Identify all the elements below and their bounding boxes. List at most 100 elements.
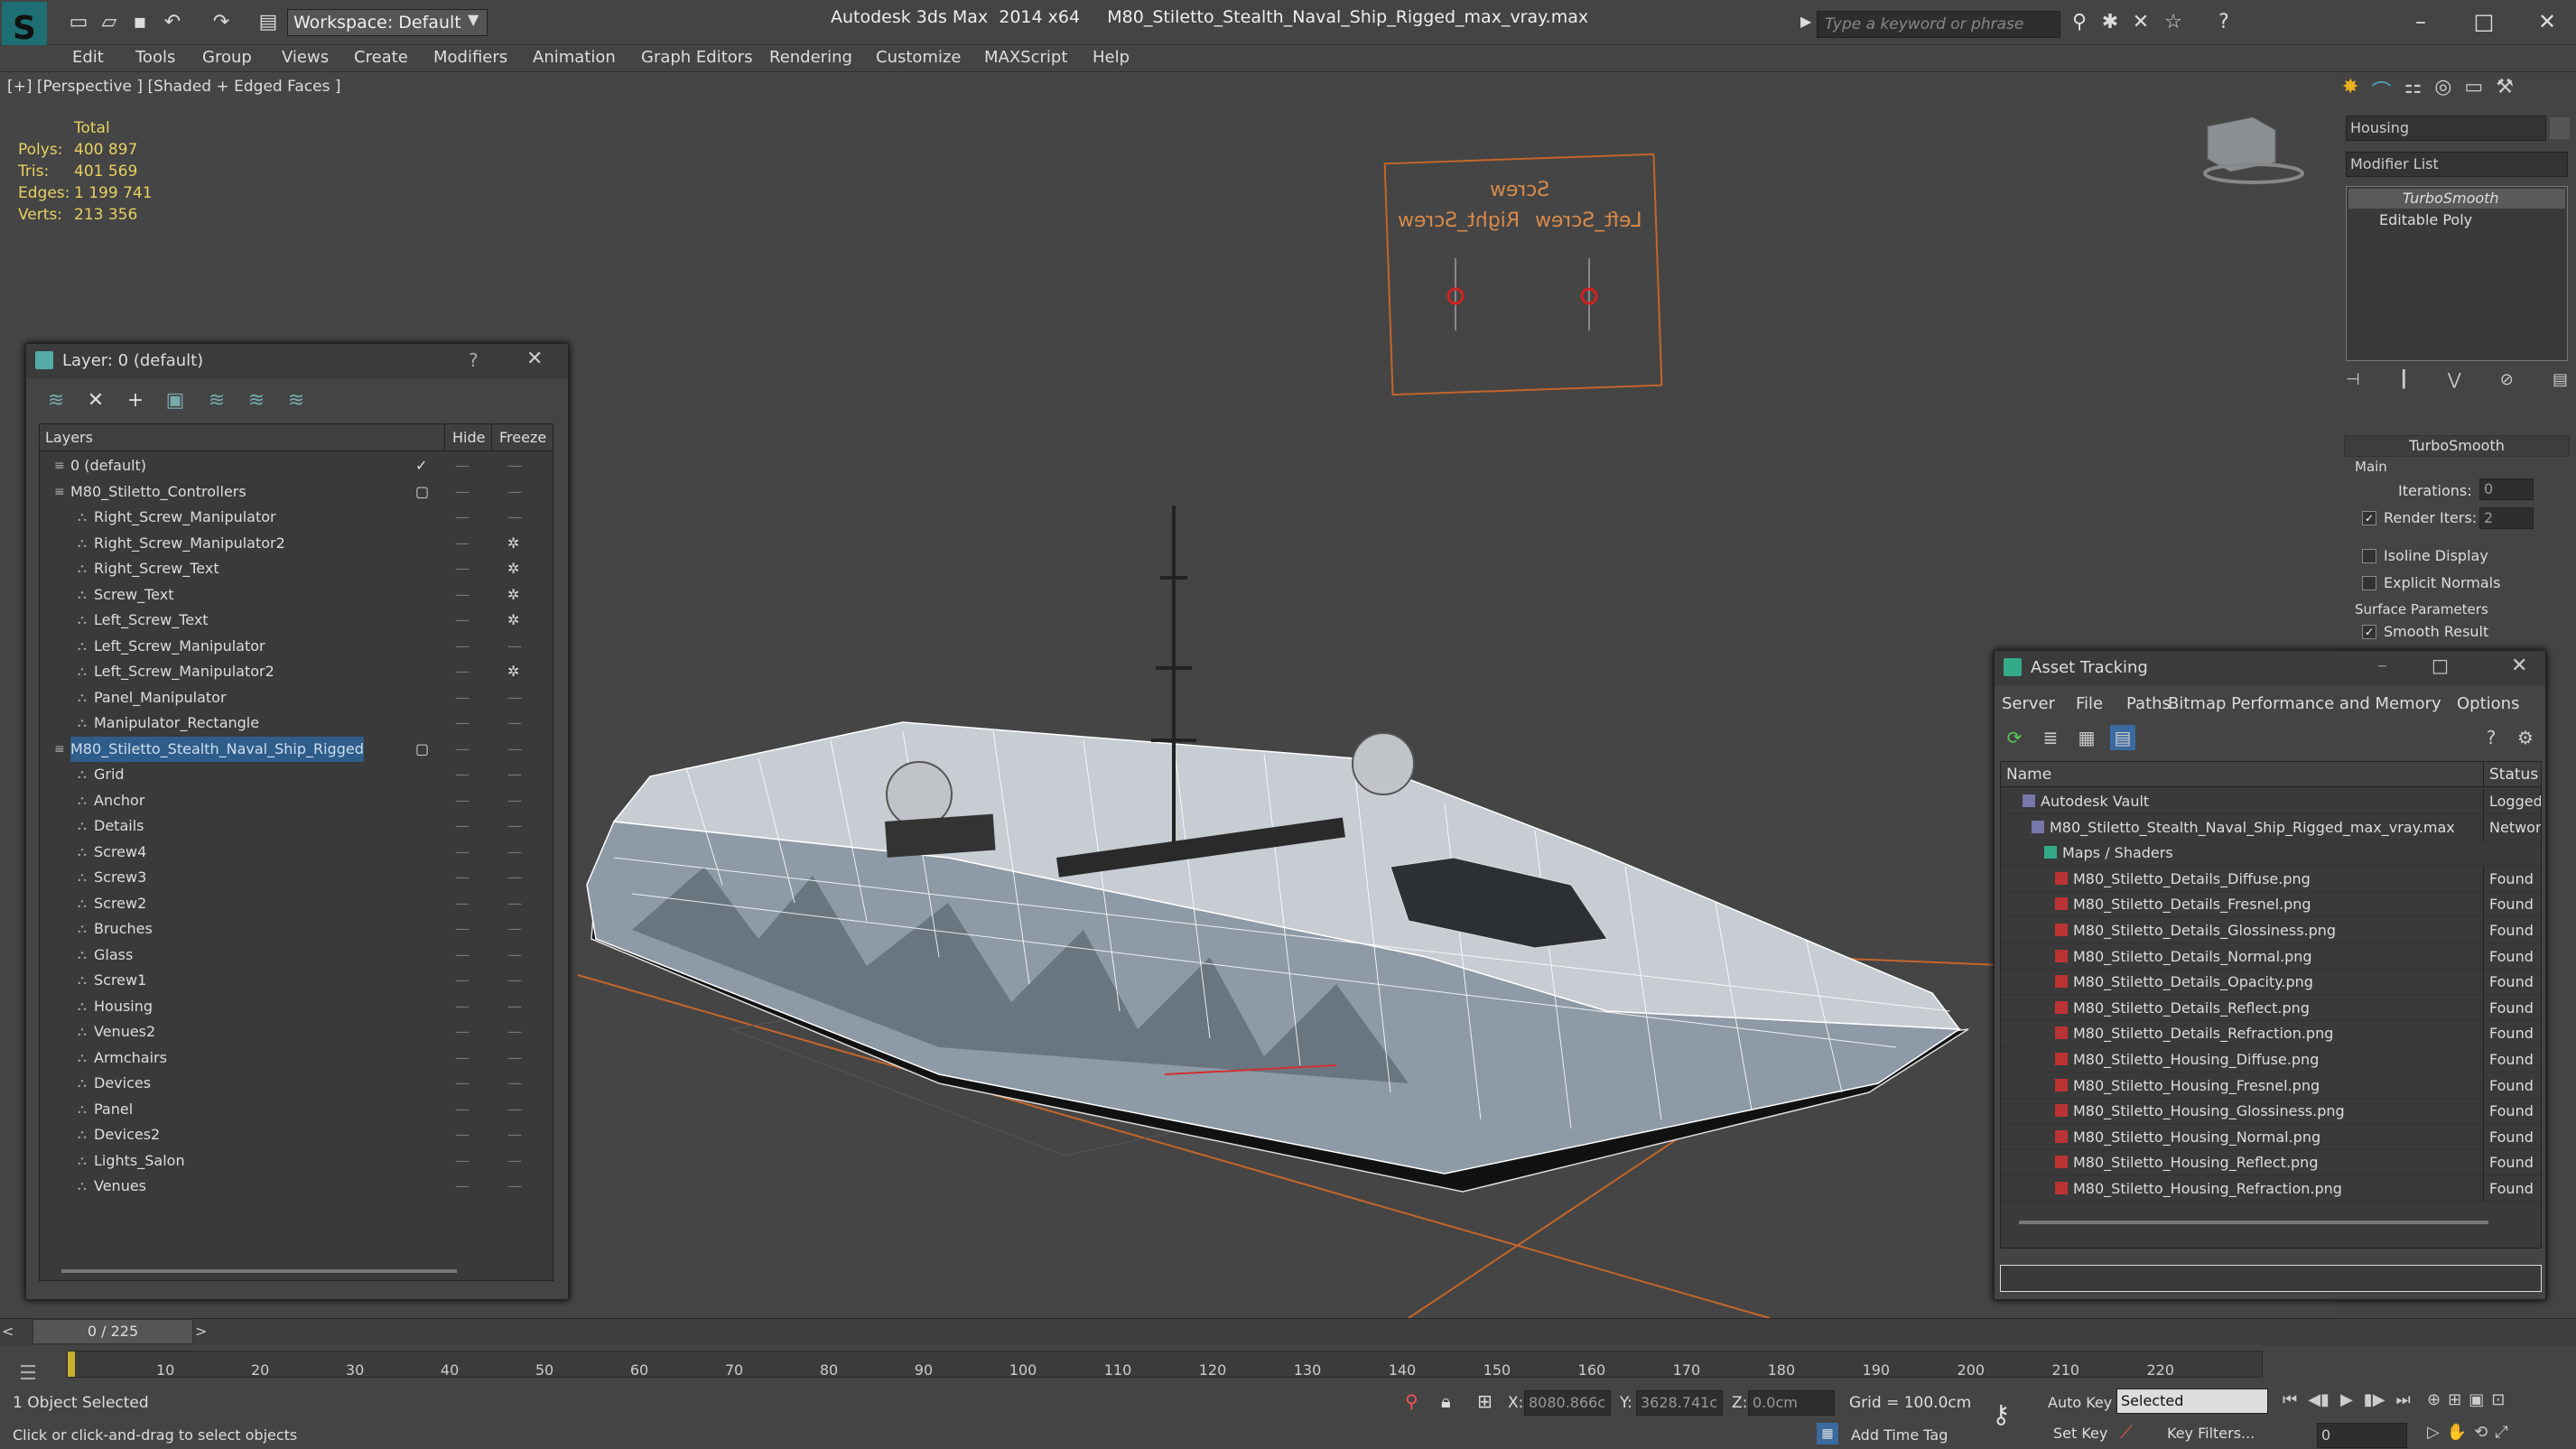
- field-of-view-icon[interactable]: ▷: [2427, 1423, 2440, 1442]
- freeze-toggle-icon[interactable]: —: [507, 762, 522, 787]
- asset-col-name[interactable]: Name: [2006, 762, 2051, 787]
- hide-toggle-icon[interactable]: —: [455, 813, 470, 839]
- hide-toggle-icon[interactable]: —: [455, 453, 470, 478]
- hide-toggle-icon[interactable]: —: [455, 762, 470, 787]
- zoom-extents-icon[interactable]: ▣: [2469, 1390, 2484, 1409]
- key-filters-button[interactable]: Key Filters...: [2167, 1425, 2255, 1442]
- time-slider-thumb[interactable]: 0 / 225: [33, 1319, 193, 1344]
- mini-curve-editor-icon[interactable]: ☰: [4, 1347, 52, 1401]
- asset-row[interactable]: M80_Stiletto_Housing_Normal.png Found: [2001, 1124, 2541, 1150]
- hide-toggle-icon[interactable]: —: [455, 968, 470, 993]
- object-name-field[interactable]: Housing: [2346, 116, 2546, 141]
- create-layer-icon[interactable]: ≋: [42, 387, 70, 414]
- redo-icon[interactable]: ↷: [208, 9, 235, 36]
- hierarchy-tab-icon[interactable]: ⚏: [2404, 76, 2422, 108]
- menu-modifiers[interactable]: Modifiers: [433, 48, 507, 67]
- layer-name[interactable]: Right_Screw_Manipulator2: [94, 531, 285, 556]
- asset-row[interactable]: M80_Stiletto_Housing_Glossiness.png Found: [2001, 1099, 2541, 1125]
- menu-graph-editors[interactable]: Graph Editors: [641, 48, 753, 67]
- layer-close-button[interactable]: ✕: [526, 348, 543, 370]
- freeze-toggle-icon[interactable]: —: [507, 840, 522, 865]
- menu-animation[interactable]: Animation: [533, 48, 616, 67]
- hide-toggle-icon[interactable]: —: [455, 659, 470, 684]
- asset-minimize-button[interactable]: –: [2377, 655, 2387, 677]
- layer-name[interactable]: Venues: [94, 1174, 146, 1199]
- layer-name[interactable]: Lights_Salon: [94, 1148, 185, 1174]
- layer-row[interactable]: ⛬ Screw1 — —: [40, 968, 553, 993]
- asset-name[interactable]: M80_Stiletto_Housing_Glossiness.png: [2073, 1099, 2345, 1124]
- freeze-toggle-icon[interactable]: —: [507, 634, 522, 659]
- create-tab-icon[interactable]: ✸: [2342, 76, 2358, 108]
- freeze-snowflake-icon[interactable]: ✲: [507, 556, 519, 581]
- layer-name[interactable]: Panel_Manipulator: [94, 685, 227, 711]
- asset-name[interactable]: M80_Stiletto_Details_Normal.png: [2073, 944, 2312, 970]
- layer-row[interactable]: ⛬ Lights_Salon — —: [40, 1148, 553, 1174]
- asset-name[interactable]: M80_Stiletto_Details_Opacity.png: [2073, 970, 2313, 995]
- hide-toggle-icon[interactable]: —: [455, 943, 470, 968]
- highlight-layer-icon[interactable]: ≋: [203, 387, 230, 414]
- undo-icon[interactable]: ↶: [159, 9, 186, 36]
- layer-row[interactable]: ⛬ Left_Screw_Manipulator2 — ✲: [40, 659, 553, 684]
- time-slider-next-icon[interactable]: >: [195, 1323, 207, 1340]
- col-hide[interactable]: Hide: [444, 424, 485, 451]
- menu-maxscript[interactable]: MAXScript: [984, 48, 1067, 67]
- pan-icon[interactable]: ✋: [2447, 1423, 2467, 1442]
- layer-name[interactable]: Housing: [94, 994, 153, 1019]
- asset-maximize-button[interactable]: □: [2432, 655, 2449, 676]
- stack-item-turbosmooth[interactable]: TurboSmooth: [2348, 189, 2565, 209]
- layer-row[interactable]: ⛬ Grid — —: [40, 762, 553, 787]
- asset-name[interactable]: M80_Stiletto_Housing_Normal.png: [2073, 1125, 2320, 1150]
- asset-path-field[interactable]: [2000, 1265, 2542, 1292]
- asset-menu-server[interactable]: Server: [2002, 694, 2055, 713]
- current-frame-field[interactable]: 0: [2317, 1423, 2407, 1448]
- layer-name[interactable]: Screw2: [94, 891, 146, 916]
- hide-toggle-icon[interactable]: —: [455, 737, 470, 762]
- layer-name[interactable]: Left_Screw_Manipulator2: [94, 659, 274, 684]
- layer-name[interactable]: M80_Stiletto_Controllers: [70, 479, 246, 505]
- layer-name[interactable]: 0 (default): [70, 453, 146, 478]
- asset-close-button[interactable]: ✕: [2511, 655, 2527, 677]
- layer-row[interactable]: ⛬ Manipulator_Rectangle — —: [40, 711, 553, 736]
- layer-row[interactable]: ⛬ Screw3 — —: [40, 865, 553, 890]
- project-folder-icon[interactable]: ▤: [255, 9, 282, 36]
- show-end-result-icon[interactable]: ┃: [2399, 370, 2409, 395]
- layer-name[interactable]: Left_Screw_Text: [94, 608, 209, 633]
- key-mode-toggle-icon[interactable]: ⟋: [2120, 1421, 2133, 1443]
- help-icon[interactable]: ?: [2210, 9, 2237, 36]
- table-view-icon[interactable]: ▤: [2110, 725, 2135, 750]
- asset-name[interactable]: M80_Stiletto_Stealth_Naval_Ship_Rigged_m…: [2050, 815, 2455, 841]
- object-color-swatch[interactable]: [2550, 117, 2570, 139]
- asset-window-titlebar[interactable]: Asset Tracking: [1995, 651, 2545, 685]
- menu-views[interactable]: Views: [282, 48, 329, 67]
- orbit-icon[interactable]: ⟲: [2474, 1423, 2488, 1442]
- hide-toggle-icon[interactable]: —: [455, 1019, 470, 1045]
- isoline-display-checkbox[interactable]: [2362, 549, 2376, 563]
- freeze-snowflake-icon[interactable]: ✲: [507, 659, 519, 684]
- asset-name[interactable]: M80_Stiletto_Details_Reflect.png: [2073, 996, 2310, 1021]
- asset-name[interactable]: M80_Stiletto_Housing_Refraction.png: [2073, 1176, 2342, 1202]
- layer-name[interactable]: Manipulator_Rectangle: [94, 711, 259, 736]
- asset-row[interactable]: M80_Stiletto_Details_Normal.png Found: [2001, 943, 2541, 970]
- asset-name[interactable]: M80_Stiletto_Details_Glossiness.png: [2073, 918, 2336, 943]
- zoom-icon[interactable]: ⊕: [2427, 1390, 2441, 1409]
- hide-toggle-icon[interactable]: —: [455, 505, 470, 530]
- asset-col-status[interactable]: Status: [2483, 762, 2538, 787]
- freeze-toggle-icon[interactable]: —: [507, 711, 522, 736]
- list-view-icon[interactable]: ≣: [2038, 725, 2063, 750]
- asset-name[interactable]: M80_Stiletto_Details_Fresnel.png: [2073, 892, 2311, 917]
- menu-customize[interactable]: Customize: [876, 48, 961, 67]
- zoom-all-icon[interactable]: ⊞: [2448, 1390, 2461, 1409]
- freeze-toggle-icon[interactable]: —: [507, 1097, 522, 1122]
- time-slider[interactable]: < 0 / 225 >: [0, 1318, 2576, 1345]
- freeze-toggle-icon[interactable]: —: [507, 1045, 522, 1071]
- layer-name[interactable]: Bruches: [94, 916, 153, 942]
- configure-sets-icon[interactable]: ▤: [2553, 370, 2568, 395]
- asset-row[interactable]: M80_Stiletto_Details_Diffuse.png Found: [2001, 866, 2541, 892]
- menu-rendering[interactable]: Rendering: [769, 48, 852, 67]
- hide-toggle-icon[interactable]: —: [455, 634, 470, 659]
- select-objects-icon[interactable]: ▣: [162, 387, 189, 414]
- layer-name[interactable]: Screw3: [94, 865, 146, 890]
- next-frame-icon[interactable]: ▮▶: [2364, 1390, 2385, 1409]
- freeze-toggle-icon[interactable]: —: [507, 865, 522, 890]
- freeze-toggle-icon[interactable]: —: [507, 505, 522, 530]
